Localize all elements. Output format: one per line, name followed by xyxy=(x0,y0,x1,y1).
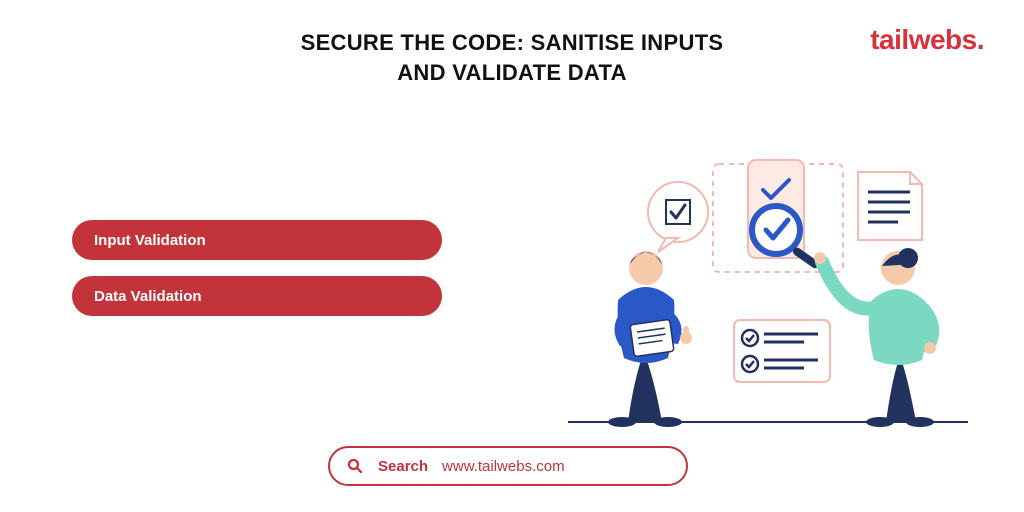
validation-illustration xyxy=(558,152,978,442)
pill-input-validation[interactable]: Input Validation xyxy=(72,220,442,260)
brand-logo: tailwebs. xyxy=(870,24,984,56)
person-right xyxy=(814,248,936,427)
search-label: Search xyxy=(378,458,428,475)
search-icon xyxy=(346,457,364,475)
title-line-2: AND VALIDATE DATA xyxy=(397,60,627,85)
pill-label: Data Validation xyxy=(94,288,202,305)
document-icon xyxy=(858,172,922,240)
checklist-icon xyxy=(734,320,830,382)
page-title: SECURE THE CODE: SANITISE INPUTS AND VAL… xyxy=(252,28,772,87)
person-left xyxy=(608,251,692,427)
search-bar[interactable]: Search www.tailwebs.com xyxy=(328,446,688,486)
title-line-1: SECURE THE CODE: SANITISE INPUTS xyxy=(301,30,724,55)
pill-label: Input Validation xyxy=(94,232,206,249)
speech-checkbox-icon xyxy=(648,182,708,252)
pill-data-validation[interactable]: Data Validation xyxy=(72,276,442,316)
search-url: www.tailwebs.com xyxy=(442,458,565,475)
phone-panel-icon xyxy=(748,160,821,270)
